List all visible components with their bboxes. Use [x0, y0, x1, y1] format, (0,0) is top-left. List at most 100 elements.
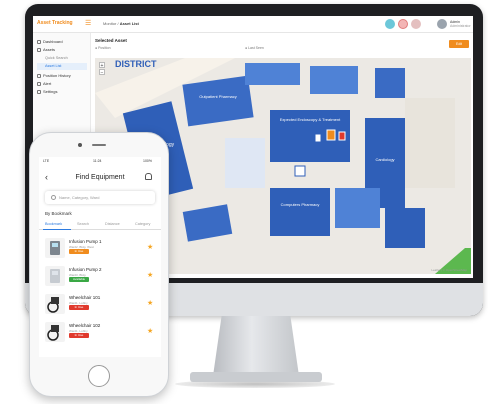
map-label-cardiology: Cardiology: [375, 157, 395, 162]
status-bar: LTE 11:24 100%: [39, 157, 161, 165]
building-south-east: [385, 208, 425, 248]
active-tab-indicator: [43, 229, 71, 230]
user-role: Administrator: [450, 24, 471, 28]
status-badge: In Use: [69, 333, 89, 338]
item-location: Ward3, Bldg.: [69, 272, 87, 277]
star-icon[interactable]: ★: [147, 299, 153, 307]
zoom-out-button[interactable]: −: [99, 69, 105, 76]
phone-camera: [78, 143, 82, 147]
map-label-endoscopy: Expected Endoscopy & Treatment: [279, 117, 341, 122]
item-name: Infusion Pump 2: [69, 267, 102, 272]
menu-icon[interactable]: ☰: [85, 19, 91, 27]
building-far-east: [405, 98, 455, 188]
sidebar-subitem-quick-search[interactable]: Quick Search: [45, 56, 68, 60]
list-item[interactable]: Infusion Pump 2 Ward3, Bldg. Available ★: [39, 263, 161, 289]
section-label: By Bookmark: [45, 211, 72, 216]
monitor-base: [190, 372, 322, 382]
position-filter[interactable]: ● Position: [95, 46, 111, 50]
search-input[interactable]: Name, Category, Ward: [45, 191, 155, 204]
building-outpatient-pharmacy: [182, 75, 254, 127]
monitor-stand: [213, 316, 299, 376]
list-item[interactable]: Infusion Pump 1 Ward2, Bldg. West In Use…: [39, 235, 161, 261]
user-avatar[interactable]: [437, 19, 447, 29]
status-badge: In Use: [69, 249, 89, 254]
dashboard-icon: [37, 39, 41, 44]
wheelchair-icon: [45, 294, 65, 314]
asset-marker: [294, 165, 306, 177]
alert-icon[interactable]: [398, 19, 408, 29]
sidebar-item-alert[interactable]: Alert: [37, 81, 51, 86]
status-carrier: LTE: [43, 159, 50, 163]
item-name: Wheelchair 102: [69, 323, 101, 328]
zoom-in-button[interactable]: +: [99, 62, 105, 69]
status-battery: 100%: [143, 159, 152, 163]
app-logo[interactable]: Asset Tracking: [37, 20, 73, 26]
last-seen-filter-label: Last Seen: [248, 46, 264, 50]
breadcrumb-current: Asset List: [119, 21, 139, 26]
filter-row: ● Position ● Last Seen: [95, 46, 470, 54]
building-rear-wing: [335, 188, 380, 228]
tab-search[interactable]: Search: [77, 222, 89, 226]
tab-category[interactable]: Category: [135, 222, 150, 226]
sidebar-item-settings[interactable]: Settings: [37, 89, 57, 94]
status-time: 11:24: [93, 159, 102, 163]
building-corridor: [225, 138, 265, 188]
user-info[interactable]: Admin Administrator: [450, 20, 471, 28]
search-placeholder: Name, Category, Ward: [59, 195, 100, 200]
breadcrumb: Monitor / Asset List: [103, 21, 139, 26]
list-item[interactable]: Wheelchair 102 Ward1, Lobby In Use ★: [39, 319, 161, 345]
gear-icon: [37, 89, 41, 94]
item-location: Ward1, Lobby: [69, 328, 88, 333]
app-topbar: Asset Tracking ☰ Monitor / Asset List Ad…: [33, 16, 473, 33]
list-item[interactable]: Wheelchair 101 Ward1, Lobby In Use ★: [39, 291, 161, 317]
sidebar-subitem-asset-list[interactable]: Asset List: [45, 64, 61, 68]
content-title: Selected Asset: [95, 38, 127, 43]
search-icon: [51, 195, 56, 200]
asset-marker: [338, 131, 346, 141]
settings-icon[interactable]: [411, 19, 421, 29]
star-icon[interactable]: ★: [147, 243, 153, 251]
tab-bookmark[interactable]: Bookmark: [45, 222, 62, 226]
star-icon[interactable]: ★: [147, 327, 153, 335]
sidebar-item-position-history[interactable]: Position History: [37, 73, 71, 78]
mobile-screen: LTE 11:24 100% ‹ Find Equipment Name, Ca…: [39, 157, 161, 357]
item-name: Wheelchair 101: [69, 295, 101, 300]
building-annex-north: [245, 63, 300, 85]
alert-bell-icon: [37, 81, 41, 86]
item-location: Ward1, Lobby: [69, 300, 88, 305]
building-annex-north-east: [310, 66, 358, 94]
building-annex-east: [375, 68, 405, 98]
sidebar-item-label: Assets: [43, 47, 56, 52]
sidebar-item-dashboard[interactable]: Dashboard: [37, 39, 63, 44]
building-pharmacy-block: [270, 188, 330, 236]
map-attribution[interactable]: Leaflet | © OpenStreetMap: [431, 268, 467, 272]
status-badge: Available: [69, 277, 89, 282]
infusion-pump-icon: [45, 238, 65, 258]
breadcrumb-parent[interactable]: Monitor: [103, 21, 116, 26]
item-location: Ward2, Bldg. West: [69, 244, 94, 249]
infusion-pump-icon: [45, 266, 65, 286]
sidebar-item-label: Settings: [43, 89, 58, 94]
phone-home-button[interactable]: [88, 365, 110, 387]
asset-marker: [326, 129, 336, 141]
sidebar-item-assets[interactable]: Assets: [37, 47, 55, 52]
star-icon[interactable]: ★: [147, 271, 153, 279]
asset-marker: [314, 133, 322, 143]
mobile-page-title: Find Equipment: [75, 174, 125, 181]
notification-icon[interactable]: [385, 19, 395, 29]
bell-icon[interactable]: [145, 173, 152, 180]
wheelchair-icon: [45, 322, 65, 342]
position-filter-label: Position: [98, 46, 111, 50]
phone-earpiece: [92, 144, 106, 146]
tab-distance[interactable]: Distance: [105, 222, 120, 226]
status-badge: In Use: [69, 305, 89, 310]
map-label-outpatient-pharmacy: Outpatient Pharmacy: [199, 94, 237, 99]
item-name: Infusion Pump 1: [69, 239, 102, 244]
building-small-west: [182, 204, 233, 242]
sidebar-item-label: Dashboard: [43, 39, 63, 44]
last-seen-filter[interactable]: ● Last Seen: [245, 46, 264, 50]
sidebar-item-label: Position History: [43, 73, 71, 78]
assets-icon: [37, 47, 41, 52]
mobile-tabs: Bookmark Search Distance Category: [39, 220, 161, 230]
mobile-header: ‹ Find Equipment: [39, 165, 161, 187]
